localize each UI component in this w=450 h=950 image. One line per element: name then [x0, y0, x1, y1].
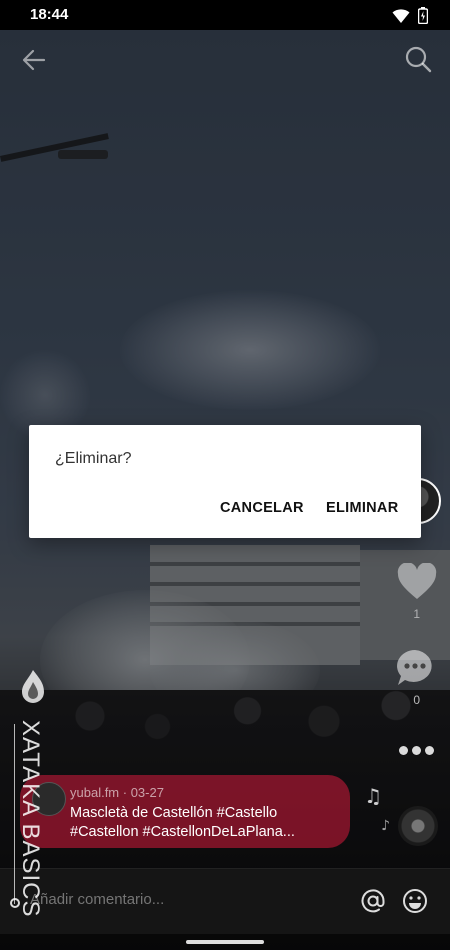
- caption-meta[interactable]: yubal.fm · 03-27: [70, 785, 164, 800]
- caption-date: 03-27: [130, 785, 164, 800]
- music-note-icon: ♫: [364, 784, 382, 808]
- caption-text-line1: Mascletà de Castellón #Castello: [70, 805, 278, 821]
- watermark-text: XATAKA BASICS: [17, 720, 44, 918]
- wifi-icon: [392, 8, 410, 23]
- search-icon[interactable]: [404, 45, 432, 73]
- music-disc[interactable]: [398, 806, 438, 846]
- watermark-line: [14, 724, 15, 904]
- emoji-icon[interactable]: [402, 888, 428, 914]
- comment-bar: [0, 868, 450, 934]
- gesture-nav-handle[interactable]: [186, 940, 264, 944]
- status-bar: 18:44: [0, 0, 450, 30]
- delete-button[interactable]: ELIMINAR: [326, 500, 398, 516]
- back-arrow-icon[interactable]: [20, 46, 48, 74]
- comment-count: 0: [413, 693, 420, 707]
- delete-dialog: ¿Eliminar? CANCELAR ELIMINAR: [29, 425, 421, 538]
- caption-card[interactable]: yubal.fm · 03-27 Mascletà de Castellón #…: [20, 775, 350, 848]
- caption-username[interactable]: yubal.fm: [70, 785, 119, 800]
- battery-icon: [418, 7, 428, 24]
- watermark: XATAKA BASICS: [10, 668, 52, 948]
- at-icon[interactable]: [360, 888, 386, 914]
- comment-input[interactable]: [30, 891, 330, 908]
- cancel-button[interactable]: CANCELAR: [220, 500, 304, 516]
- like-count: 1: [413, 607, 420, 621]
- comment-icon[interactable]: [395, 648, 435, 688]
- music-note-icon: ♪: [381, 818, 390, 834]
- more-icon[interactable]: [396, 740, 436, 760]
- heart-icon[interactable]: [397, 563, 437, 601]
- status-time: 18:44: [30, 6, 69, 23]
- caption-text-line2[interactable]: #Castellon #CastellonDeLaPlana...: [70, 824, 295, 840]
- flame-logo-icon: [22, 670, 44, 703]
- status-icons: [392, 7, 428, 24]
- dialog-title: ¿Eliminar?: [55, 450, 132, 467]
